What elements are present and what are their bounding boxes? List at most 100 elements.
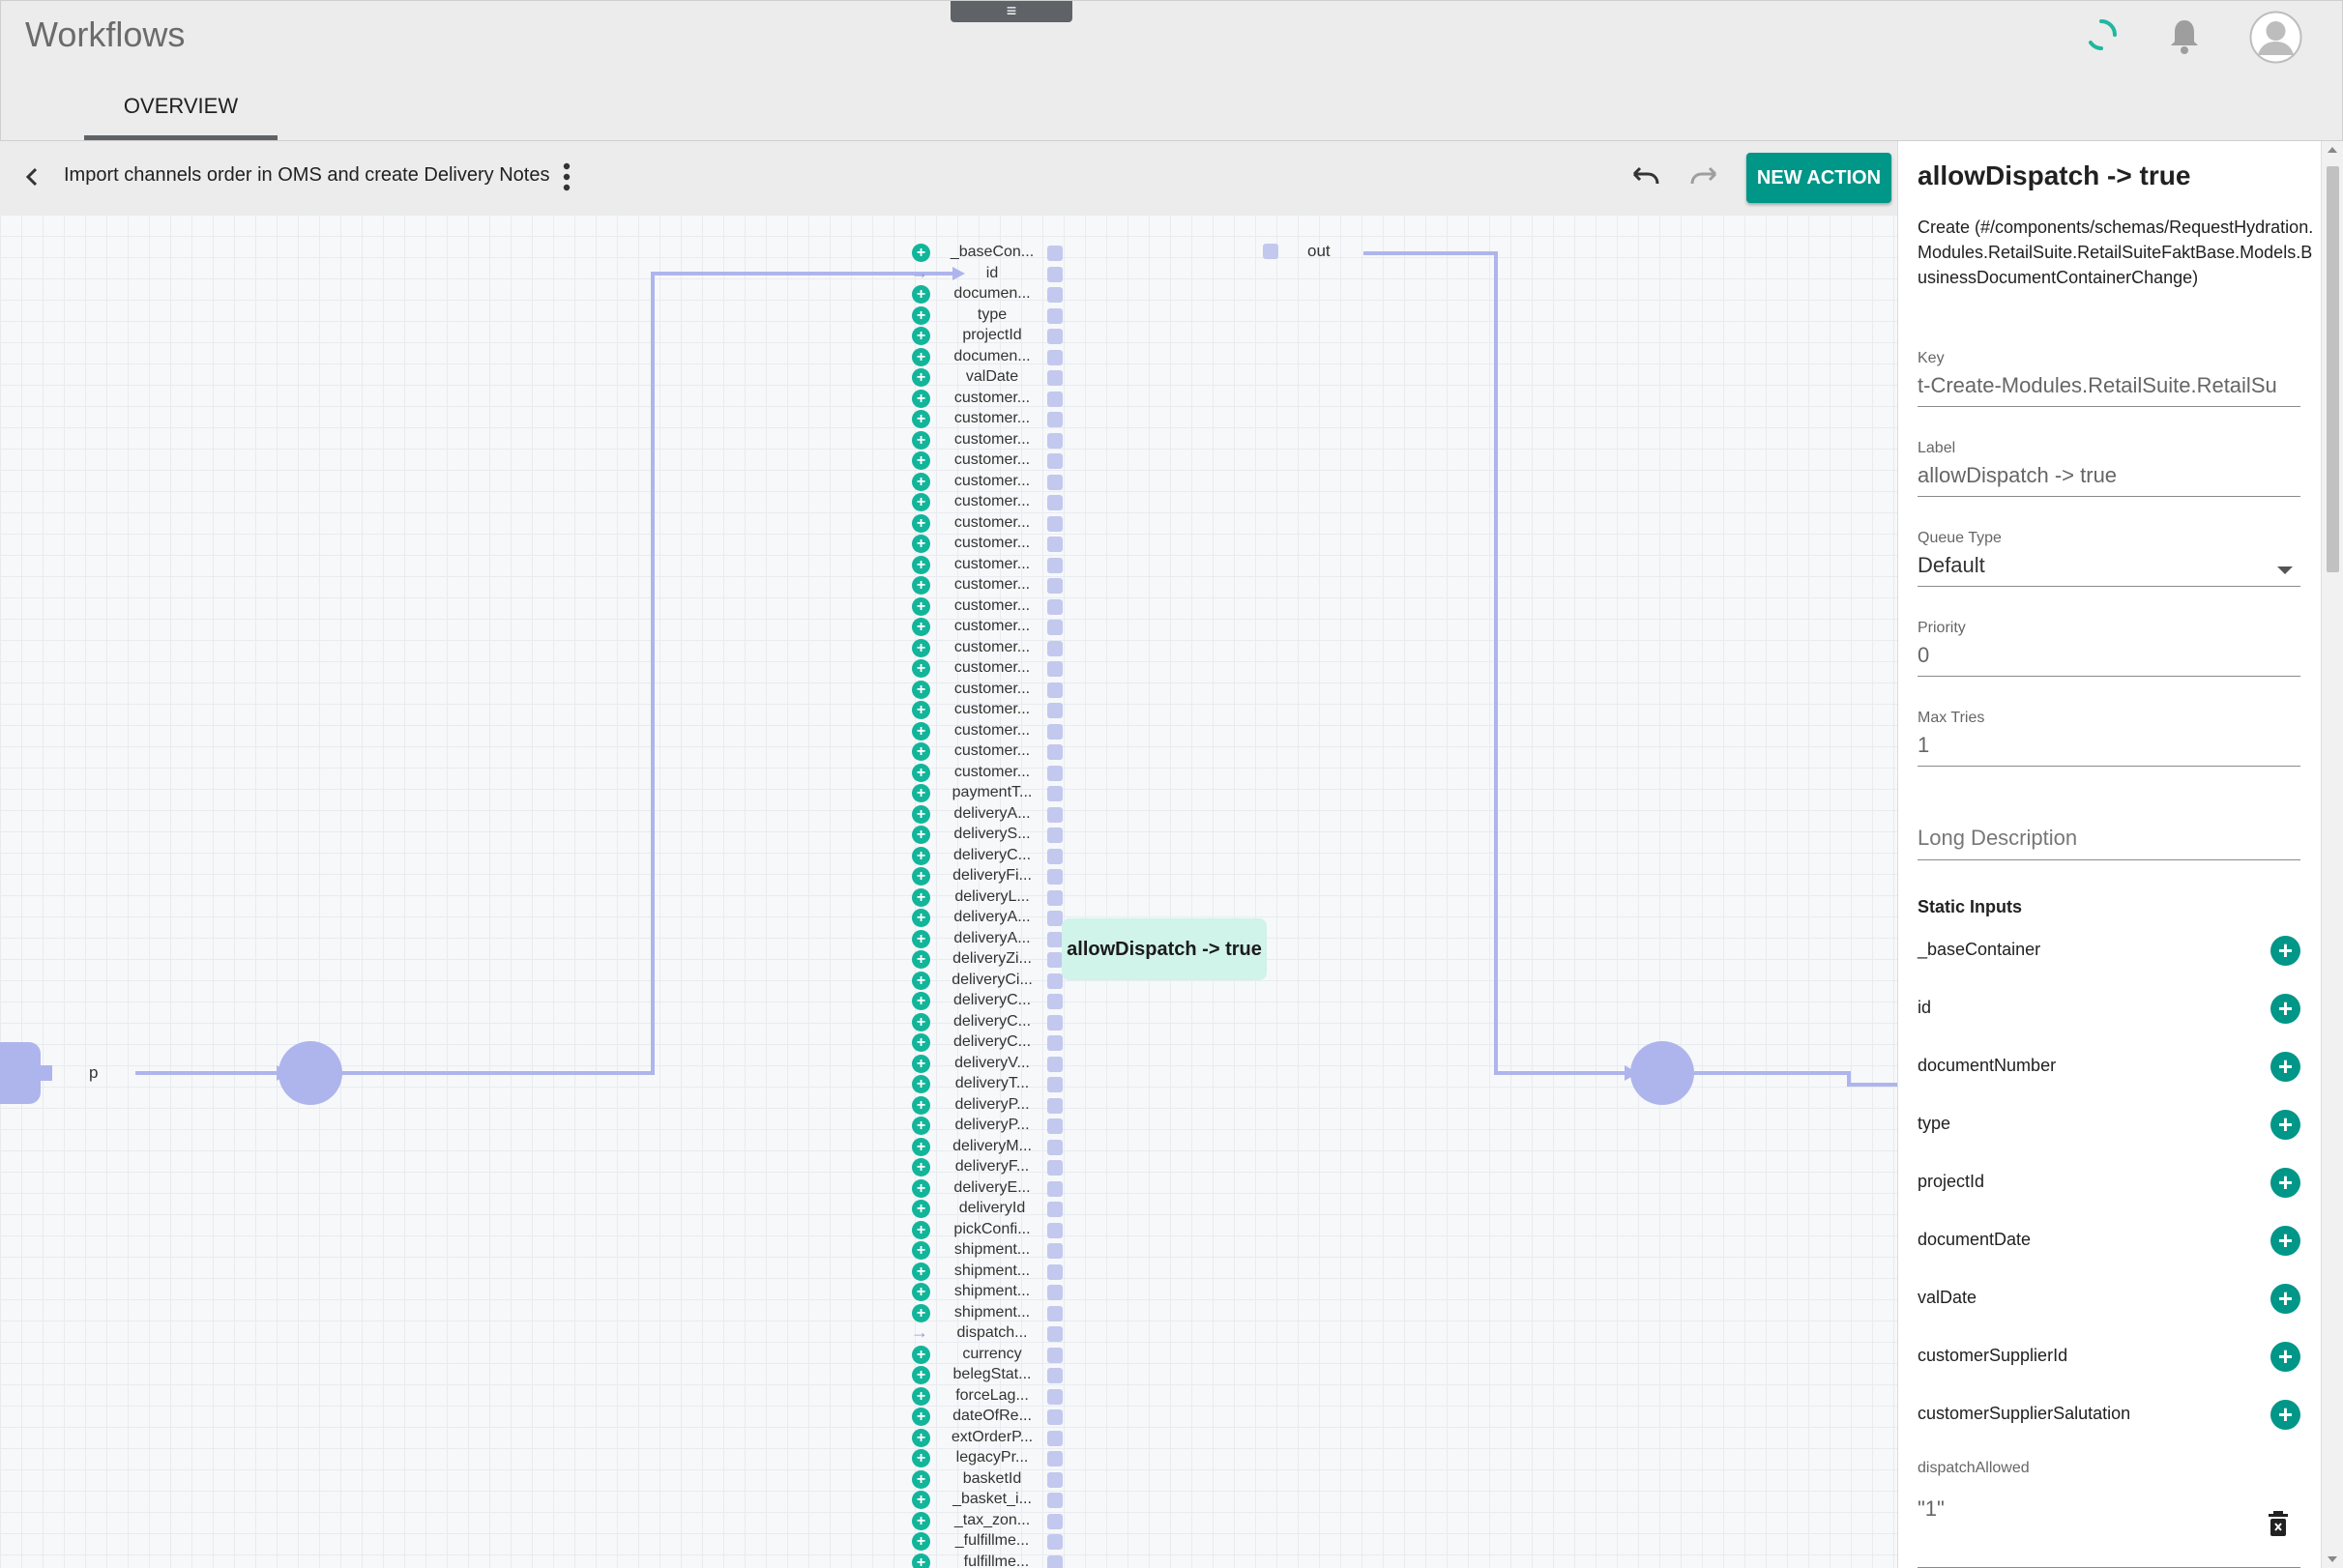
port-connector[interactable] <box>1047 1430 1063 1446</box>
dispatch-allowed-field[interactable]: dispatchAllowed "1" <box>1918 1460 2300 1568</box>
add-port-icon[interactable]: + <box>912 1449 930 1467</box>
port-connector[interactable] <box>1047 246 1063 261</box>
add-port-icon[interactable]: + <box>912 1075 930 1093</box>
port-connector[interactable] <box>1047 557 1063 573</box>
add-port-icon[interactable]: + <box>912 887 930 907</box>
port-connector[interactable] <box>1047 1056 1063 1072</box>
add-port-icon[interactable]: + <box>912 929 930 948</box>
add-port-icon[interactable]: + <box>912 535 930 553</box>
user-avatar-icon[interactable] <box>2249 11 2302 64</box>
add-port-icon[interactable]: + <box>912 1491 930 1509</box>
port-connector[interactable] <box>1047 765 1063 781</box>
circle-node-right[interactable] <box>1630 1041 1694 1105</box>
add-static-input-icon[interactable]: + <box>2270 1342 2300 1372</box>
add-port-icon[interactable]: + <box>912 1283 930 1301</box>
dropdown-arrow-icon[interactable] <box>2277 566 2293 574</box>
add-port-icon[interactable]: + <box>912 1386 930 1406</box>
add-port-icon[interactable]: + <box>912 327 930 345</box>
dispatch-allowed-value[interactable]: "1" <box>1918 1496 1945 1529</box>
port-connector[interactable] <box>1047 349 1063 365</box>
add-port-icon[interactable]: + <box>912 1262 930 1281</box>
port-connector[interactable] <box>1047 1388 1063 1405</box>
source-node[interactable] <box>0 1042 41 1104</box>
add-port-icon[interactable]: + <box>912 1054 930 1073</box>
max-tries-field[interactable]: Max Tries 1 <box>1918 710 2300 767</box>
port-connector[interactable] <box>1047 1263 1063 1280</box>
add-port-icon[interactable]: + <box>912 971 930 990</box>
add-static-input-icon[interactable]: + <box>2270 1400 2300 1430</box>
label-field-value[interactable]: allowDispatch -> true <box>1918 463 2300 496</box>
add-port-icon[interactable]: + <box>912 1095 930 1115</box>
add-port-icon[interactable]: + <box>912 992 930 1010</box>
add-port-icon[interactable]: + <box>912 618 930 636</box>
port-connector[interactable] <box>1047 495 1063 510</box>
queue-type-select[interactable]: Queue Type Default <box>1918 530 2300 587</box>
add-port-icon[interactable]: + <box>912 368 930 387</box>
circle-node-left[interactable] <box>278 1041 342 1105</box>
add-port-icon[interactable]: + <box>912 1345 930 1364</box>
add-port-icon[interactable]: + <box>912 638 930 657</box>
more-options-icon[interactable] <box>553 160 580 193</box>
add-static-input-icon[interactable]: + <box>2270 1110 2300 1140</box>
delete-trash-icon[interactable] <box>2268 1510 2289 1537</box>
new-action-button[interactable]: NEW ACTION <box>1746 153 1891 203</box>
port-connector[interactable] <box>1047 786 1063 801</box>
add-port-icon[interactable]: + <box>912 1137 930 1156</box>
port-connector[interactable] <box>1047 889 1063 906</box>
add-port-icon[interactable]: + <box>912 1117 930 1135</box>
add-port-icon[interactable]: + <box>912 430 930 450</box>
port-connector[interactable] <box>1047 432 1063 449</box>
port-connector[interactable] <box>1047 1409 1063 1425</box>
port-connector[interactable] <box>1047 1097 1063 1114</box>
max-tries-value[interactable]: 1 <box>1918 733 2300 766</box>
port-connector[interactable] <box>1047 1347 1063 1363</box>
add-port-icon[interactable]: + <box>912 596 930 616</box>
scrollbar-thumb[interactable] <box>2327 166 2339 572</box>
port-connector[interactable] <box>1047 1160 1063 1176</box>
add-port-icon[interactable]: + <box>912 742 930 761</box>
add-port-icon[interactable]: + <box>912 701 930 719</box>
queue-type-value[interactable]: Default <box>1918 553 2300 586</box>
menu-handle[interactable]: ≡ <box>951 1 1072 22</box>
port-connector[interactable] <box>1047 412 1063 427</box>
port-connector[interactable] <box>1047 931 1063 947</box>
add-port-icon[interactable]: + <box>912 1178 930 1198</box>
add-port-icon[interactable]: + <box>912 1428 930 1447</box>
add-port-icon[interactable]: + <box>912 1303 930 1322</box>
port-connector[interactable] <box>1047 723 1063 740</box>
port-connector[interactable] <box>1047 1471 1063 1488</box>
port-connector[interactable] <box>1047 1243 1063 1259</box>
redo-icon[interactable] <box>1688 160 1723 193</box>
add-port-icon[interactable]: + <box>912 784 930 802</box>
port-connector[interactable] <box>1047 682 1063 698</box>
add-port-icon[interactable]: + <box>912 1241 930 1260</box>
add-port-icon[interactable]: + <box>912 867 930 886</box>
port-connector[interactable] <box>1047 391 1063 407</box>
port-connector[interactable] <box>1047 287 1063 303</box>
add-static-input-icon[interactable]: + <box>2270 1284 2300 1314</box>
source-node-port[interactable] <box>39 1065 52 1081</box>
add-port-icon[interactable]: + <box>912 493 930 511</box>
add-port-icon[interactable]: + <box>912 950 930 969</box>
undo-icon[interactable] <box>1626 160 1661 193</box>
add-port-icon[interactable]: + <box>912 1220 930 1239</box>
port-connector[interactable] <box>1047 911 1063 926</box>
tab-overview[interactable]: OVERVIEW <box>84 90 278 140</box>
add-port-icon[interactable]: + <box>912 659 930 678</box>
port-connector[interactable] <box>1047 1180 1063 1197</box>
add-port-icon[interactable]: + <box>912 846 930 865</box>
port-connector[interactable] <box>1047 744 1063 760</box>
add-port-icon[interactable]: + <box>912 472 930 491</box>
add-static-input-icon[interactable]: + <box>2270 994 2300 1024</box>
port-connector[interactable] <box>1047 1035 1063 1051</box>
add-port-icon[interactable]: + <box>912 826 930 844</box>
add-port-icon[interactable]: + <box>912 909 930 927</box>
add-port-icon[interactable]: + <box>912 1366 930 1384</box>
add-port-icon[interactable]: + <box>912 680 930 699</box>
port-connector[interactable] <box>1047 661 1063 677</box>
add-port-icon[interactable]: + <box>912 721 930 740</box>
port-connector[interactable] <box>1047 640 1063 656</box>
label-field[interactable]: Label allowDispatch -> true <box>1918 440 2300 497</box>
add-port-icon[interactable]: + <box>912 1511 930 1530</box>
priority-value[interactable]: 0 <box>1918 643 2300 676</box>
